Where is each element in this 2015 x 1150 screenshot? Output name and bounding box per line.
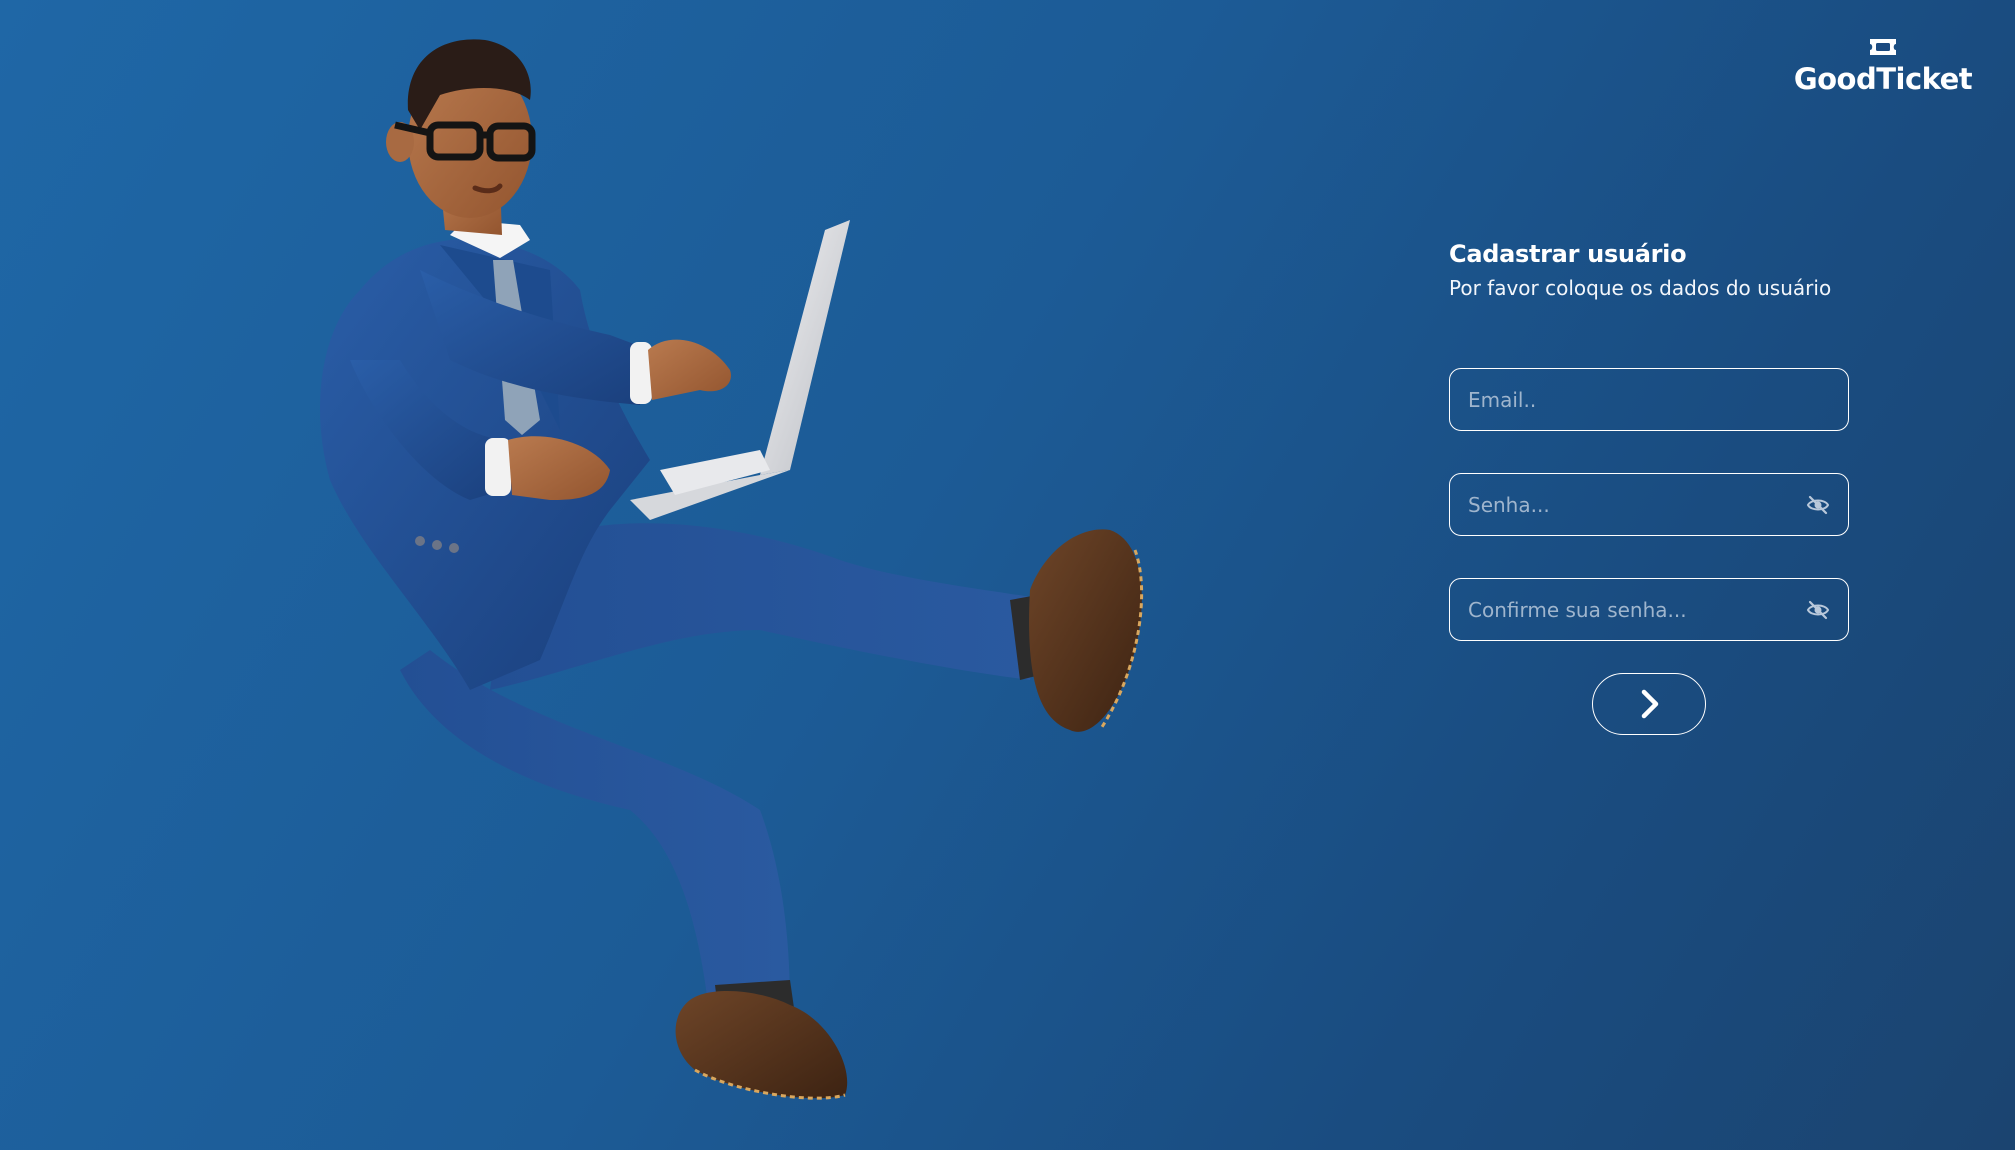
form-subtitle: Por favor coloque os dados do usuário xyxy=(1449,276,1832,300)
eye-slash-icon[interactable] xyxy=(1806,598,1830,622)
brand-logo[interactable]: GoodTicket xyxy=(1793,36,1973,96)
shoe-upper xyxy=(1029,529,1142,732)
password-field-container xyxy=(1449,473,1849,536)
form-title: Cadastrar usuário xyxy=(1449,240,1687,268)
register-form: Cadastrar usuário Por favor coloque os d… xyxy=(1449,240,1849,735)
password-field[interactable] xyxy=(1450,474,1848,535)
laptop-screen xyxy=(760,220,850,475)
hand-right xyxy=(648,339,731,400)
ticket-icon xyxy=(1870,39,1896,55)
submit-button[interactable] xyxy=(1592,673,1706,735)
eye-slash-icon[interactable] xyxy=(1806,493,1830,517)
chevron-right-icon xyxy=(1641,689,1659,719)
confirm-password-field[interactable] xyxy=(1450,579,1848,640)
brand-name: GoodTicket xyxy=(1793,62,1973,96)
email-field-container xyxy=(1449,368,1849,431)
trouser-leg-lower xyxy=(400,650,790,1020)
hero-illustration xyxy=(290,30,1190,1120)
email-field[interactable] xyxy=(1450,369,1848,430)
confirm-password-field-container xyxy=(1449,578,1849,641)
shoe-lower xyxy=(675,990,848,1099)
